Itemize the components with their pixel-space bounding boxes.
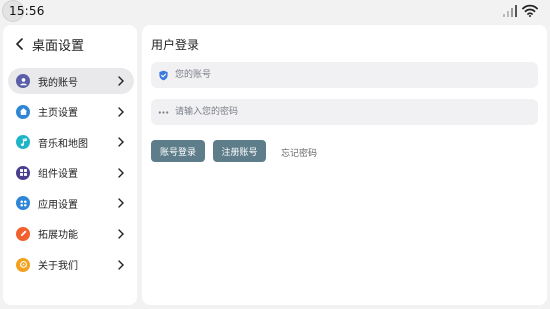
- login-button[interactable]: 账号登录: [151, 140, 205, 162]
- register-button[interactable]: 注册账号: [213, 140, 266, 162]
- sidebar-item-label: 关于我们: [38, 261, 78, 273]
- sidebar-item-music-and-map[interactable]: 音乐和地图: [8, 129, 134, 155]
- sidebar-title: 桌面设置: [32, 38, 85, 54]
- signal-icon: [503, 5, 517, 17]
- sidebar-item-extensions[interactable]: 拓展功能: [8, 221, 134, 247]
- password-input[interactable]: [175, 102, 515, 122]
- apps-icon: [16, 196, 30, 211]
- chevron-right-icon: [118, 198, 124, 209]
- settings-sidebar: 桌面设置 我的账号 主页设置 音乐和地图 组件设置 应用设置 拓展功能 关于我们: [3, 25, 137, 305]
- page-title: 用户登录: [151, 38, 200, 52]
- sidebar-item-widget-settings[interactable]: 组件设置: [8, 160, 134, 186]
- forgot-password-link[interactable]: 忘记密码: [281, 146, 317, 159]
- sidebar-item-my-account[interactable]: 我的账号: [8, 68, 134, 94]
- shield-icon: [159, 70, 168, 80]
- home-icon: [16, 104, 30, 119]
- sidebar-item-label: 拓展功能: [38, 230, 78, 242]
- sidebar-item-home-settings[interactable]: 主页设置: [8, 99, 134, 125]
- sidebar-item-label: 我的账号: [38, 77, 78, 89]
- account-field[interactable]: [151, 62, 538, 88]
- wifi-icon: [522, 4, 538, 17]
- chevron-left-icon[interactable]: [15, 38, 25, 50]
- pencil-icon: [16, 226, 30, 241]
- sidebar-item-about-us[interactable]: 关于我们: [8, 252, 134, 278]
- sidebar-item-label: 音乐和地图: [38, 138, 88, 150]
- password-dots-icon: [158, 110, 169, 114]
- widget-icon: [16, 165, 30, 180]
- chevron-right-icon: [118, 229, 124, 239]
- password-field[interactable]: [151, 99, 538, 125]
- settings-menu: 我的账号 主页设置 音乐和地图 组件设置 应用设置 拓展功能 关于我们: [8, 68, 134, 282]
- info-icon: [16, 257, 30, 272]
- chevron-right-icon: [118, 137, 124, 147]
- sidebar-item-label: 应用设置: [38, 199, 78, 211]
- chevron-right-icon: [118, 259, 124, 270]
- sidebar-item-app-settings[interactable]: 应用设置: [8, 190, 134, 216]
- back-button[interactable]: 桌面设置: [15, 35, 85, 54]
- chevron-right-icon: [118, 106, 124, 117]
- sidebar-item-label: 主页设置: [38, 108, 78, 120]
- chevron-right-icon: [118, 76, 124, 86]
- status-bar: 15:56: [0, 0, 550, 22]
- login-panel: 用户登录 账号登录 注册账号 忘记密码: [142, 25, 547, 305]
- music-icon: [16, 135, 30, 150]
- chevron-right-icon: [118, 168, 124, 178]
- status-time: 15:56: [9, 4, 45, 18]
- user-icon: [16, 74, 30, 88]
- account-input[interactable]: [175, 65, 515, 85]
- sidebar-item-label: 组件设置: [38, 169, 78, 181]
